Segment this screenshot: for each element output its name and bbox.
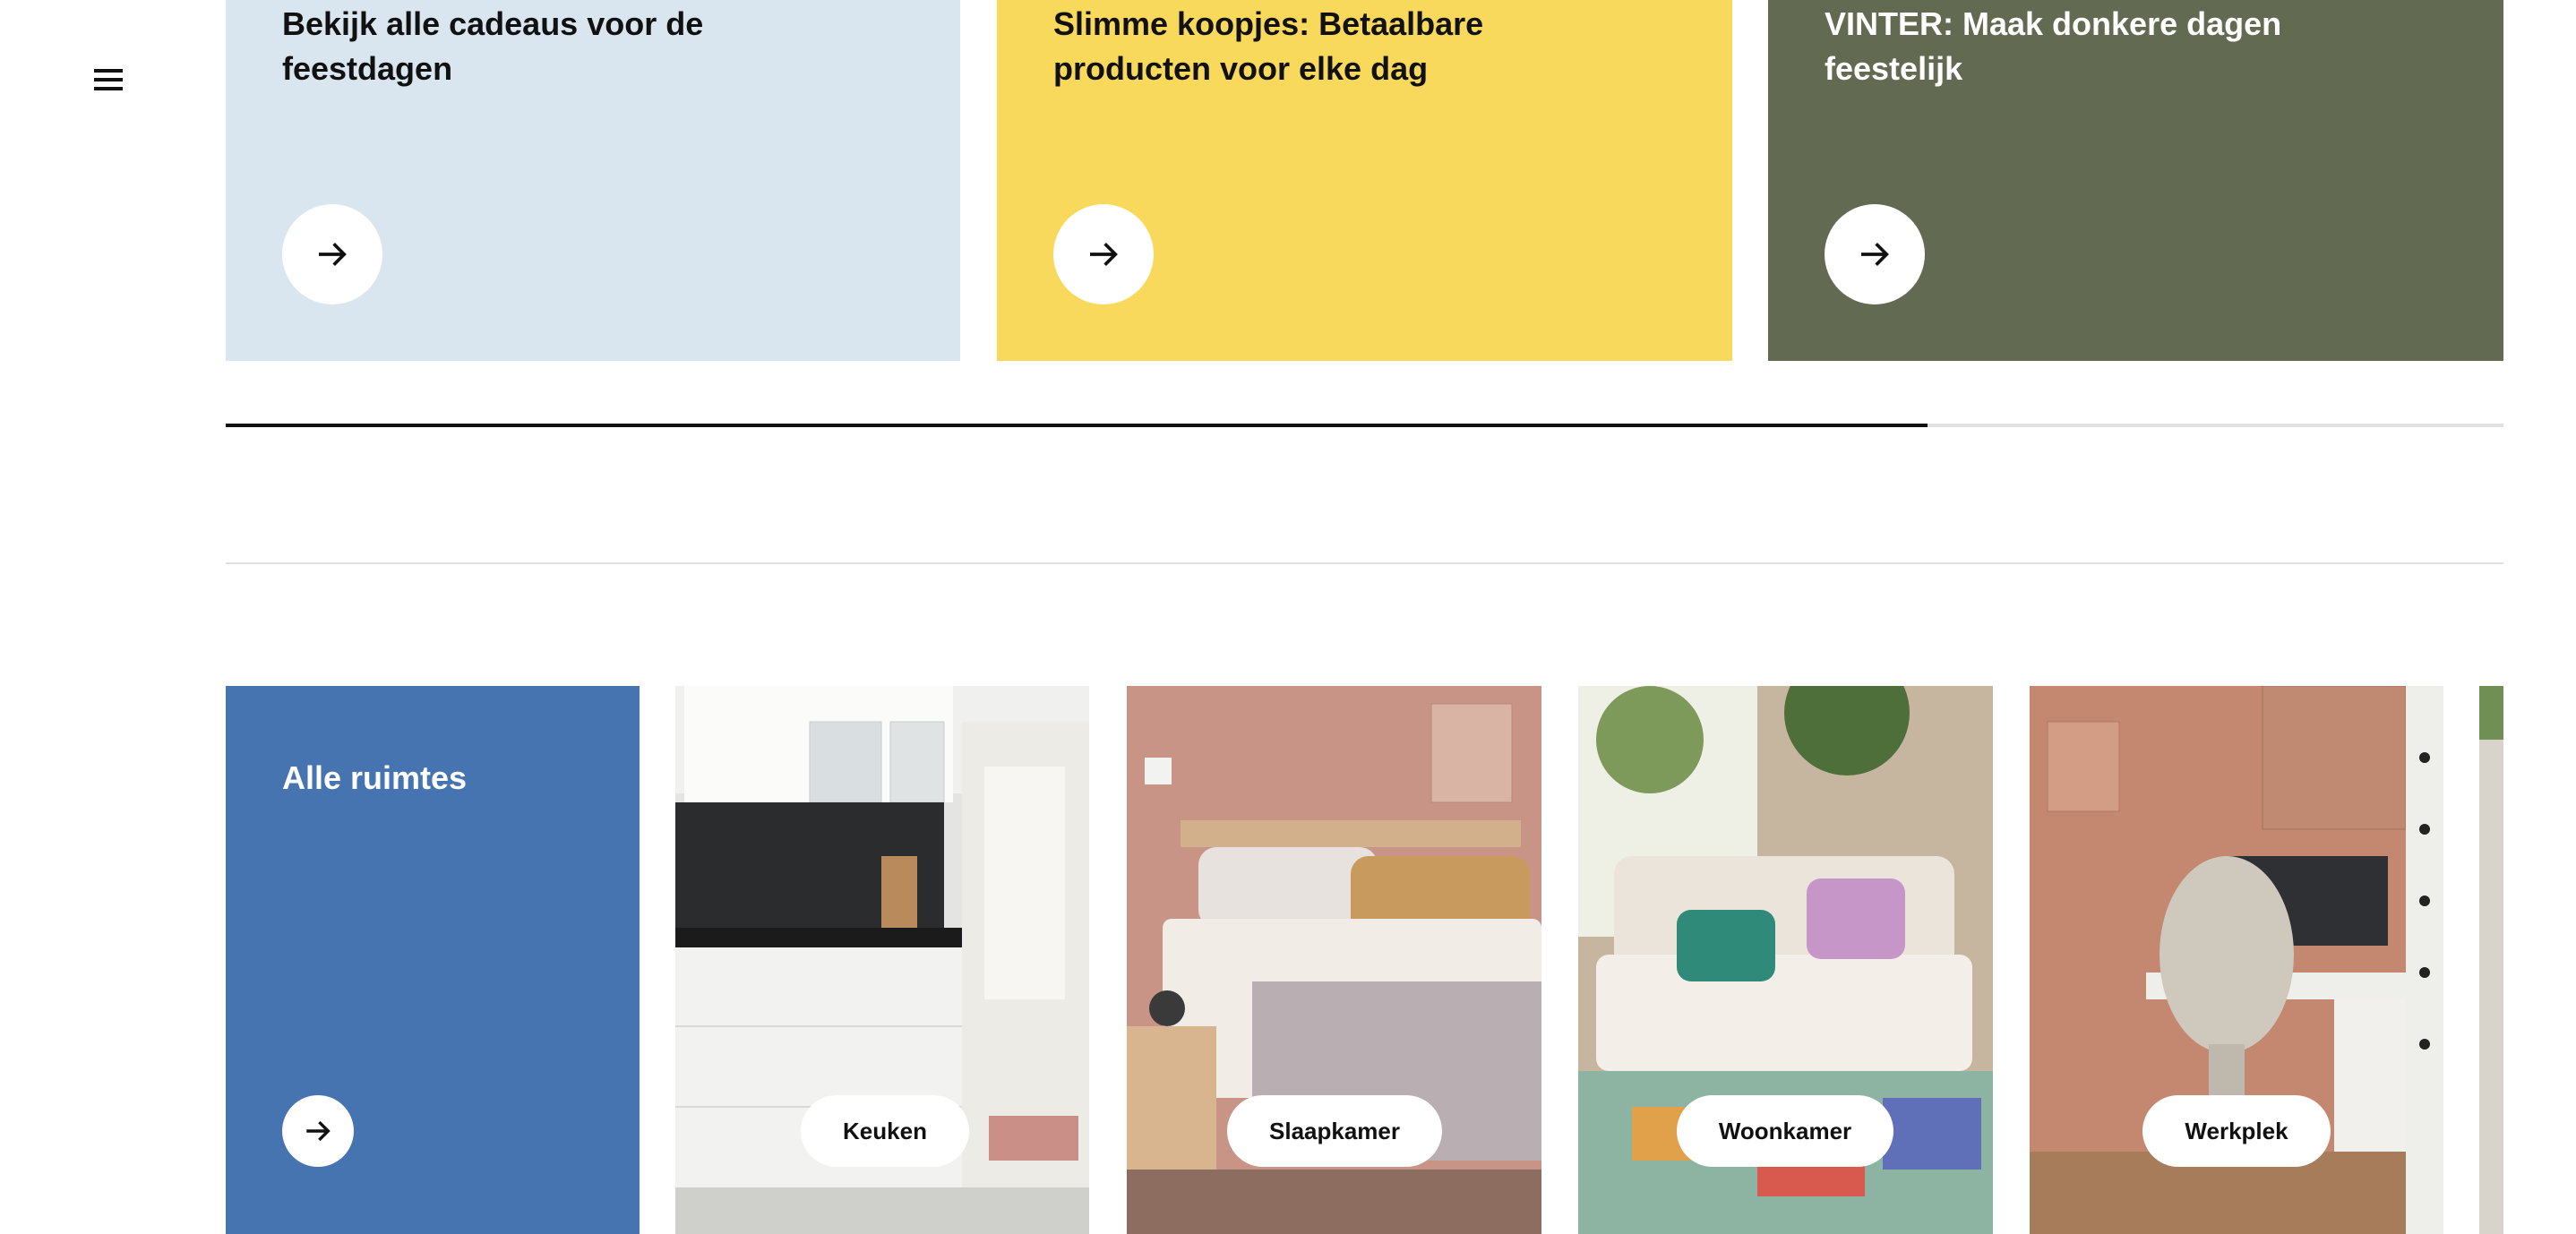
carousel-scrollbar[interactable]: [226, 424, 2503, 427]
room-label-workspace[interactable]: Werkplek: [2142, 1095, 2331, 1167]
room-card-next-partial[interactable]: [2479, 686, 2503, 1234]
menu-button[interactable]: [82, 61, 136, 100]
promo-arrow-button[interactable]: [282, 204, 382, 304]
room-label-kitchen[interactable]: Keuken: [801, 1095, 969, 1167]
menu-icon-bar: [94, 78, 123, 81]
arrow-right-icon: [1861, 243, 1889, 266]
promo-card-vinter[interactable]: VINTER: Maak donkere dagen feestelijk: [1768, 0, 2503, 361]
room-label-bedroom[interactable]: Slaapkamer: [1227, 1095, 1442, 1167]
next-room-image: [2479, 686, 2503, 1234]
promo-title: VINTER: Maak donkere dagen feestelijk: [1825, 5, 2282, 87]
promo-arrow-button[interactable]: [1825, 204, 1925, 304]
room-card-workspace[interactable]: Werkplek: [2030, 686, 2443, 1234]
promo-arrow-button[interactable]: [1053, 204, 1154, 304]
room-label-living-room[interactable]: Woonkamer: [1677, 1095, 1893, 1167]
menu-icon-bar: [94, 87, 123, 90]
menu-icon: [94, 69, 123, 73]
room-arrow-button[interactable]: [282, 1095, 354, 1167]
room-card-kitchen[interactable]: Keuken: [675, 686, 1089, 1234]
arrow-right-icon: [306, 1120, 331, 1142]
room-card-bedroom[interactable]: Slaapkamer: [1127, 686, 1541, 1234]
room-card-living-room[interactable]: Woonkamer: [1578, 686, 1993, 1234]
arrow-right-icon: [319, 243, 347, 266]
room-card-title: Alle ruimtes: [282, 759, 468, 796]
promo-title: Slimme koopjes: Betaalbare producten voo…: [1053, 5, 1484, 87]
promo-card-gifts[interactable]: Bekijk alle cadeaus voor de feestdagen: [226, 0, 960, 361]
section-divider: [226, 562, 2503, 564]
promo-card-bargains[interactable]: Slimme koopjes: Betaalbare producten voo…: [997, 0, 1732, 361]
carousel-scroll-thumb[interactable]: [226, 424, 1928, 427]
room-card-all[interactable]: Alle ruimtes: [226, 686, 640, 1234]
arrow-right-icon: [1090, 243, 1118, 266]
promo-title: Bekijk alle cadeaus voor de feestdagen: [282, 5, 704, 87]
